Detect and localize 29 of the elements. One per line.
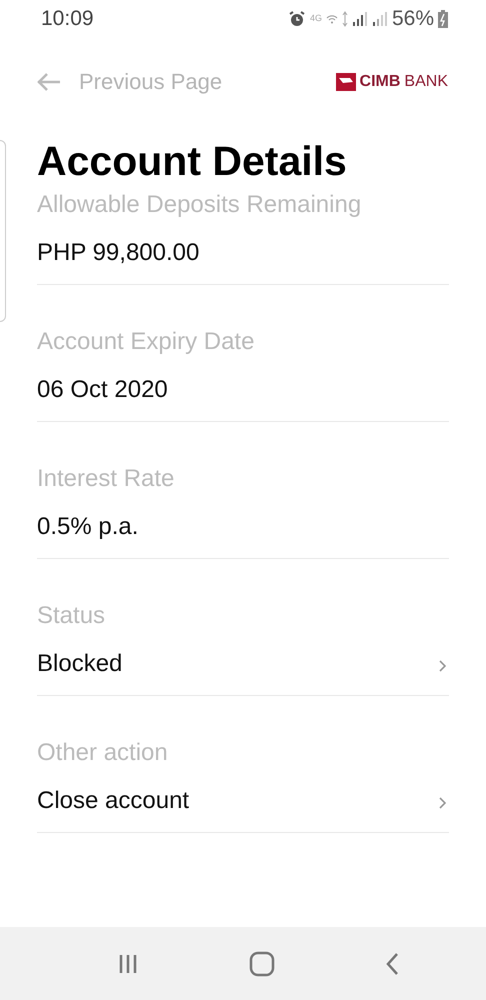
back-icon[interactable] — [385, 952, 399, 976]
page-title: Account Details — [37, 137, 348, 186]
wifi-icon — [326, 14, 338, 24]
field-label: Interest Rate — [37, 464, 176, 494]
clock-time: 10:09 — [41, 7, 94, 31]
battery-charging-icon — [438, 10, 448, 28]
field-value-link[interactable]: Close account — [37, 786, 449, 816]
recent-apps-icon[interactable] — [117, 952, 139, 974]
field-value: 06 Oct 2020 — [37, 375, 169, 405]
alarm-icon — [288, 10, 306, 28]
home-icon[interactable] — [249, 950, 275, 976]
signal-icon — [372, 12, 388, 26]
chevron-icon — [439, 797, 447, 809]
data-transfer-icon — [342, 11, 348, 27]
chevron-icon — [439, 660, 447, 672]
field-value: PHP 99,800.00 — [37, 238, 200, 268]
field-value-link[interactable]: Blocked — [37, 649, 449, 679]
network-type: 4G — [310, 13, 322, 23]
logo-icon — [336, 73, 356, 91]
brand-name: CIMB — [360, 73, 400, 91]
field-label: Account Expiry Date — [37, 327, 256, 357]
field-label: Status — [37, 601, 106, 631]
signal-icon — [352, 12, 368, 26]
field-value: 0.5% p.a. — [37, 512, 140, 542]
battery-percent: 56% — [392, 7, 434, 31]
back-arrow-icon — [36, 72, 62, 92]
field-label: Other action — [37, 738, 169, 768]
brand-name: BANK — [404, 73, 448, 91]
field-label: Allowable Deposits Remaining — [37, 190, 362, 220]
